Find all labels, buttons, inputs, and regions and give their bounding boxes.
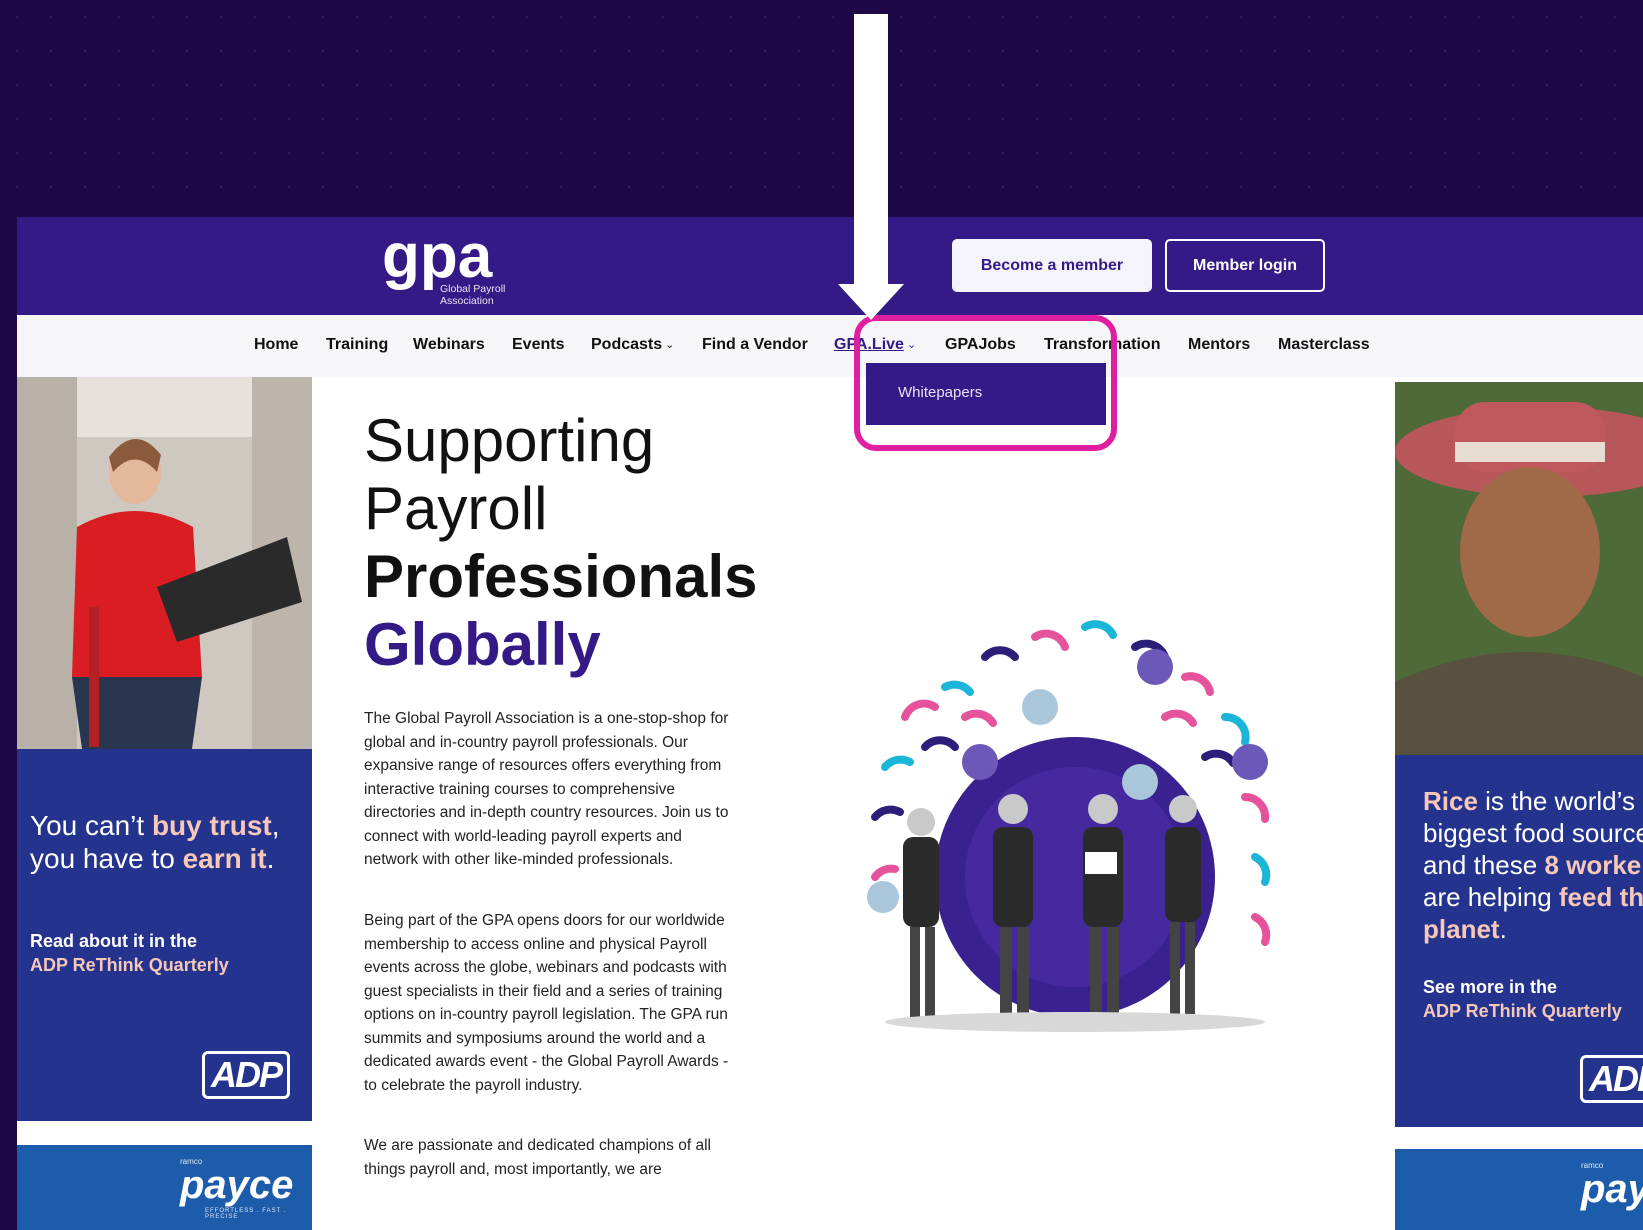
hero-title-line2: Payroll xyxy=(364,475,548,542)
adp-ad-rice-subtext: See more in the ADP ReThink Quarterly xyxy=(1423,975,1622,1023)
adp-ad-trust[interactable]: You can’t buy trust, you have to earn it… xyxy=(17,749,312,1121)
chevron-down-icon: ⌄ xyxy=(665,339,675,351)
adp-ad-headline: You can’t buy trust, you have to earn it… xyxy=(30,809,310,875)
hero-paragraph-3: We are passionate and dedicated champion… xyxy=(364,1137,711,1178)
payce-ad-right[interactable]: ramco payce xyxy=(1395,1149,1643,1230)
hero-illustration xyxy=(865,597,1285,1037)
ad-sub-line: Read about it in the xyxy=(30,931,198,951)
logo-line2: Association xyxy=(440,295,494,307)
farmer-with-hat-image xyxy=(1395,382,1643,755)
logo-line1: Global Payroll xyxy=(440,283,506,295)
arrow-down-icon xyxy=(838,284,904,320)
ad-emphasis: earn it xyxy=(182,843,267,874)
ad-emphasis: 8 workers xyxy=(1544,850,1643,880)
adp-ad-subtext: Read about it in the ADP ReThink Quarter… xyxy=(30,929,229,977)
payce-logo: payce xyxy=(1581,1167,1643,1211)
logo-caption: Global Payroll Association xyxy=(440,283,530,307)
woman-with-laptop-image xyxy=(17,377,312,749)
hero-paragraph-2: Being part of the GPA opens doors for ou… xyxy=(364,912,729,1094)
ad-text: . xyxy=(1499,914,1507,944)
nav-masterclass[interactable]: Masterclass xyxy=(1278,336,1370,354)
become-member-button[interactable]: Become a member xyxy=(952,239,1152,292)
hero-title-line1: Supporting xyxy=(364,407,655,474)
hero-title-line3: Professionals xyxy=(364,543,758,610)
ad-text: , xyxy=(271,810,280,841)
global-team-illustration xyxy=(867,620,1271,1032)
nav-webinars[interactable]: Webinars xyxy=(413,336,485,354)
adp-ad-rice-headline: Rice is the world’s biggest food source … xyxy=(1423,785,1643,945)
svg-text:gpa: gpa xyxy=(382,225,493,291)
nav-find-a-vendor[interactable]: Find a Vendor xyxy=(702,336,808,354)
nav-mentors[interactable]: Mentors xyxy=(1188,336,1250,354)
gpa-homepage: gpa Global Payroll Association Become a … xyxy=(17,217,1643,1230)
ad-sub-line: See more in the xyxy=(1423,977,1558,997)
ad-text: you have to xyxy=(30,843,183,874)
hero-title-line4: Globally xyxy=(364,611,601,678)
payce-ad[interactable]: ramco payce EFFORTLESS . FAST . PRECISE xyxy=(17,1145,312,1230)
nav-home[interactable]: Home xyxy=(254,336,298,354)
ad-text: . xyxy=(266,843,275,874)
payce-logo: payce xyxy=(180,1163,294,1207)
background-pattern xyxy=(0,0,1643,217)
adp-logo: ADP xyxy=(201,1051,290,1099)
ad-emphasis: Rice xyxy=(1423,786,1478,816)
ad-text: are helping xyxy=(1423,882,1559,912)
hero-title: Supporting Payroll Professionals Globall… xyxy=(364,407,784,679)
nav-training[interactable]: Training xyxy=(326,336,388,354)
nav-podcasts-label: Podcasts xyxy=(591,336,663,353)
adp-logo: ADP xyxy=(1580,1055,1643,1103)
hero-paragraph-1: The Global Payroll Association is a one-… xyxy=(364,710,729,868)
nav-podcasts[interactable]: Podcasts ⌄ xyxy=(591,336,674,354)
arrow-annotation-shaft xyxy=(854,14,888,284)
adp-ad-photo-farmer[interactable] xyxy=(1395,382,1643,755)
nav-events[interactable]: Events xyxy=(512,336,564,354)
ad-sub-link: ADP ReThink Quarterly xyxy=(1423,1001,1622,1021)
member-login-button[interactable]: Member login xyxy=(1165,239,1325,292)
ad-sub-link: ADP ReThink Quarterly xyxy=(30,955,229,975)
top-header: gpa Global Payroll Association Become a … xyxy=(17,217,1643,315)
gpa-logo[interactable]: gpa Global Payroll Association xyxy=(382,222,522,309)
ad-text: You can’t xyxy=(30,810,152,841)
payce-tagline: EFFORTLESS . FAST . PRECISE xyxy=(205,1208,287,1220)
highlight-annotation-box xyxy=(854,315,1117,451)
ad-emphasis: buy trust xyxy=(151,810,272,841)
adp-ad-photo-woman-laptop[interactable] xyxy=(17,377,312,749)
adp-ad-rice[interactable]: Rice is the world’s biggest food source … xyxy=(1395,755,1643,1127)
main-nav: Home Training Webinars Events Podcasts ⌄ … xyxy=(17,315,1643,377)
